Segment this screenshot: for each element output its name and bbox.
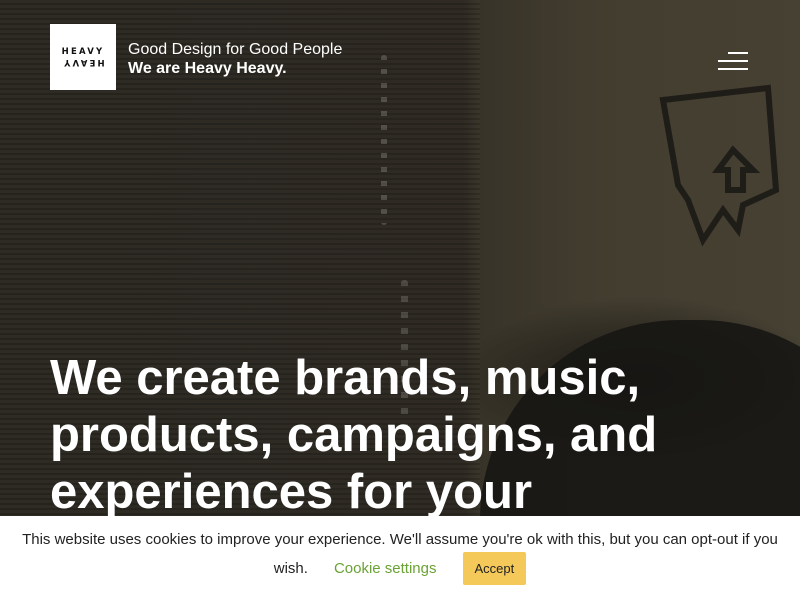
logo-text-bottom: HEAVY: [61, 57, 105, 67]
cookie-message-end: wish.: [273, 560, 308, 577]
cookie-banner: This website uses cookies to improve you…: [0, 516, 800, 600]
tagline-line1: Good Design for Good People: [128, 41, 343, 58]
menu-line: [728, 52, 748, 54]
logo-text-top: HEAVY: [61, 47, 105, 57]
logo[interactable]: HEAVY HEAVY: [50, 24, 116, 90]
tagline-line2: We are Heavy Heavy.: [128, 60, 287, 77]
menu-line: [718, 68, 748, 70]
headline-line: products, campaigns, and: [50, 408, 658, 462]
menu-line: [718, 60, 748, 62]
headline-line: experiences for your: [50, 465, 533, 519]
tagline: Good Design for Good People We are Heavy…: [128, 40, 342, 78]
accept-cookies-button[interactable]: Accept: [462, 552, 527, 585]
headline-line: We create brands, music,: [50, 351, 641, 405]
hero-headline: We create brands, music, products, campa…: [50, 350, 750, 521]
cookie-actions-row: wish. Cookie settings Accept: [0, 552, 800, 585]
hamburger-menu-icon[interactable]: [716, 50, 748, 72]
cookie-message: This website uses cookies to improve you…: [22, 531, 778, 548]
cookie-settings-link[interactable]: Cookie settings: [334, 560, 437, 577]
